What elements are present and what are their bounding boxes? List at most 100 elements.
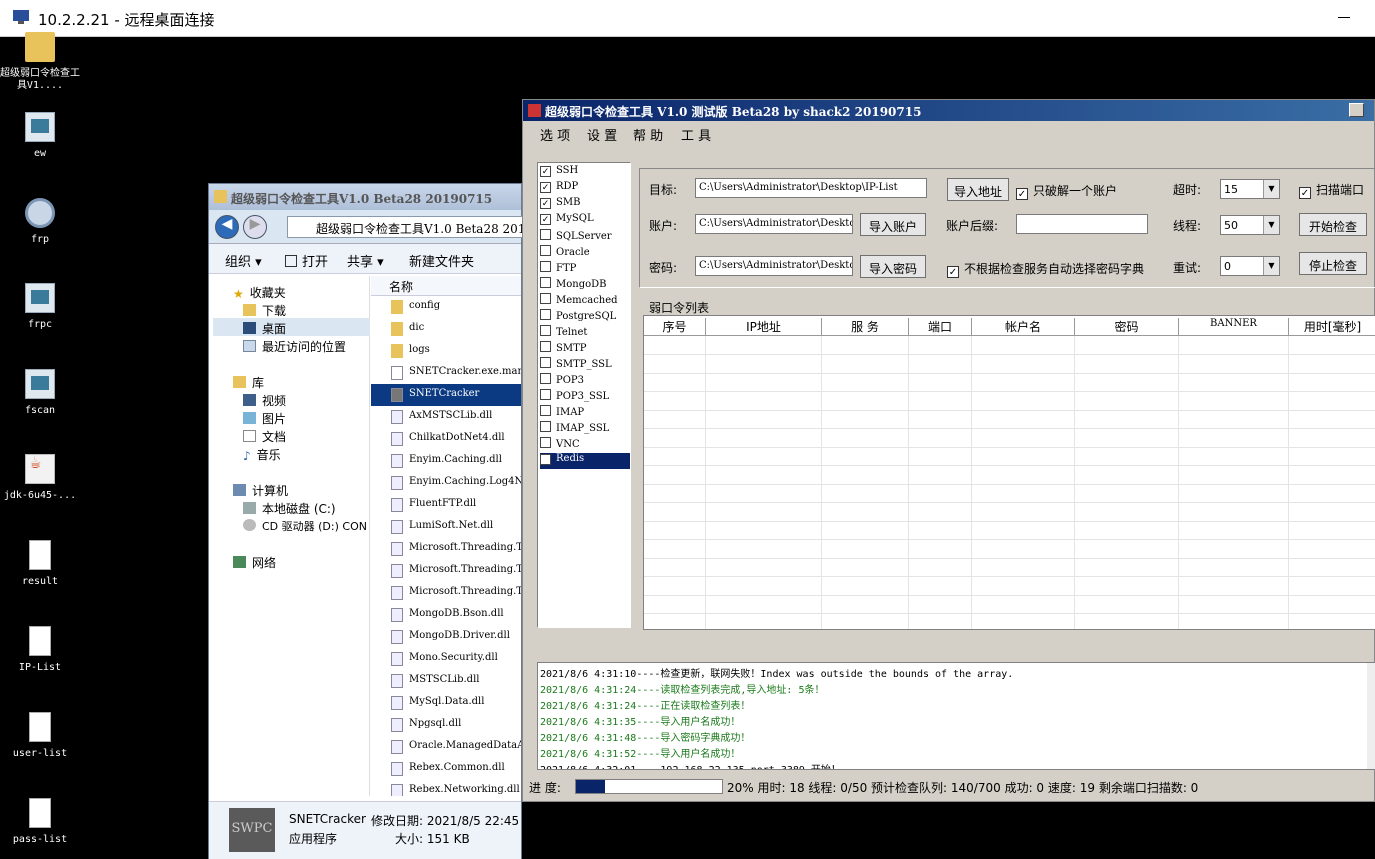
file-row[interactable]: MySql.Data.dll	[371, 692, 521, 714]
start-check-button[interactable]: 开始检查	[1299, 213, 1367, 236]
menu-help[interactable]: 帮 助	[633, 125, 663, 144]
column-header-name[interactable]: 名称	[371, 276, 521, 296]
file-row[interactable]: MSTSCLib.dll	[371, 670, 521, 692]
service-item[interactable]: ✓ MySQL	[540, 213, 630, 229]
nav-desktop[interactable]: 桌面	[213, 318, 370, 336]
file-row[interactable]: SNETCracker.exe.manifest	[371, 362, 521, 384]
file-row[interactable]: Enyim.Caching.dll	[371, 450, 521, 472]
file-row[interactable]: FluentFTP.dll	[371, 494, 521, 516]
nav-local-disk[interactable]: 本地磁盘 (C:)	[243, 500, 336, 517]
desktop-icon-item[interactable]: IP-List	[0, 626, 80, 674]
result-grid[interactable]: 序号 IP地址服 务端口 帐户名 密码 BANNER 用时[毫秒]	[643, 315, 1375, 630]
checkbox-box[interactable]	[540, 277, 551, 288]
desktop-icon-item[interactable]: result	[0, 540, 80, 588]
file-row[interactable]: SNETCracker	[371, 384, 521, 406]
grid-column-header[interactable]: 端口	[909, 318, 972, 335]
desktop-icon-item[interactable]: ew	[0, 112, 80, 160]
file-row[interactable]: MongoDB.Bson.dll	[371, 604, 521, 626]
service-item[interactable]: IMAP	[540, 405, 630, 421]
checkbox-box[interactable]	[540, 325, 551, 336]
file-row[interactable]: Mono.Security.dll	[371, 648, 521, 670]
suffix-input[interactable]	[1016, 214, 1148, 234]
grid-column-header[interactable]: BANNER	[1179, 318, 1289, 335]
share-button[interactable]: 共享 ▾	[347, 251, 384, 270]
file-row[interactable]: Microsoft.Threading.Tasks.dll	[371, 538, 521, 560]
desktop-icon-item[interactable]: pass-list	[0, 798, 80, 846]
checkbox-box[interactable]	[540, 261, 551, 272]
checkbox-box[interactable]	[540, 245, 551, 256]
target-input[interactable]: C:\Users\Administrator\Desktop\IP-List	[695, 178, 927, 198]
nav-music[interactable]: ♪ 音乐	[243, 446, 281, 463]
checkbox-box[interactable]	[540, 229, 551, 240]
desktop-icon-item[interactable]: frp	[0, 198, 80, 246]
grid-column-header[interactable]: IP地址	[706, 318, 822, 335]
open-button[interactable]: 打开	[285, 251, 328, 270]
checkbox-box[interactable]	[540, 437, 551, 448]
file-row[interactable]: Rebex.Common.dll	[371, 758, 521, 780]
desktop-icon-item[interactable]: frpc	[0, 283, 80, 331]
nav-videos[interactable]: 视频	[243, 392, 286, 409]
service-item[interactable]: PostgreSQL	[540, 309, 630, 325]
retry-select[interactable]: 0 ▼	[1220, 256, 1280, 276]
explorer-title-bar[interactable]: 超级弱口令检查工具V1.0 Beta28 20190715	[209, 184, 521, 210]
file-row[interactable]: Microsoft.Threading.Tasks.Extensions.dll	[371, 560, 521, 582]
file-row[interactable]: Rebex.Networking.dll	[371, 780, 521, 796]
service-item[interactable]: VNC	[540, 437, 630, 453]
service-item[interactable]: IMAP_SSL	[540, 421, 630, 437]
desktop-icon-item[interactable]: fscan	[0, 369, 80, 417]
checkbox-box[interactable]: ✓	[540, 198, 551, 209]
minimize-button[interactable]	[1349, 103, 1364, 117]
checkbox-box[interactable]	[540, 373, 551, 384]
grid-column-header[interactable]: 用时[毫秒]	[1289, 318, 1375, 335]
log-scrollbar[interactable]	[1367, 663, 1375, 769]
stop-check-button[interactable]: 停止检查	[1299, 252, 1367, 275]
checkbox-box[interactable]	[540, 389, 551, 400]
service-item[interactable]: Memcached	[540, 293, 630, 309]
file-row[interactable]: config	[371, 296, 521, 318]
menu-tools[interactable]: 工 具	[681, 125, 711, 144]
nav-network[interactable]: 网络	[233, 554, 276, 571]
service-item[interactable]: Oracle	[540, 245, 630, 261]
scan-port-checkbox[interactable]: ✓ 扫描端口	[1299, 181, 1364, 199]
menu-settings[interactable]: 设 置	[587, 125, 617, 144]
nav-documents[interactable]: 文档	[243, 428, 286, 445]
nav-pictures[interactable]: 图片	[243, 410, 286, 427]
desktop-icon-item[interactable]: 超级弱口令检查工具V1....	[0, 32, 80, 92]
forward-button[interactable]: ▶	[243, 215, 267, 239]
service-item[interactable]: SMTP_SSL	[540, 357, 630, 373]
file-row[interactable]: ChilkatDotNet4.dll	[371, 428, 521, 450]
import-address-button[interactable]: 导入地址	[947, 178, 1009, 201]
service-item[interactable]: SQLServer	[540, 229, 630, 245]
file-row[interactable]: dic	[371, 318, 521, 340]
menu-options[interactable]: 选 项	[540, 125, 570, 144]
nav-downloads[interactable]: 下载	[243, 302, 286, 319]
grid-column-header[interactable]: 帐户名	[972, 318, 1075, 335]
service-item[interactable]: POP3_SSL	[540, 389, 630, 405]
organize-button[interactable]: 组织 ▾	[225, 251, 262, 270]
auto-dict-checkbox[interactable]: ✓ 不根据检查服务自动选择密码字典	[947, 260, 1144, 278]
log-output[interactable]: 2021/8/6 4:31:10----检查更新，联网失败！Index was …	[537, 662, 1375, 770]
minimize-button[interactable]	[1338, 17, 1350, 18]
grid-column-header[interactable]: 服 务	[822, 318, 909, 335]
checkbox-box[interactable]	[540, 293, 551, 304]
nav-libraries[interactable]: 库	[233, 374, 264, 391]
checkbox-box[interactable]	[540, 421, 551, 432]
service-item[interactable]: MongoDB	[540, 277, 630, 293]
user-input[interactable]: C:\Users\Administrator\Desktop\user-list	[695, 214, 853, 234]
file-row[interactable]: Npgsql.dll	[371, 714, 521, 736]
service-item[interactable]: FTP	[540, 261, 630, 277]
service-item[interactable]: Telnet	[540, 325, 630, 341]
file-row[interactable]: MongoDB.Driver.dll	[371, 626, 521, 648]
only-one-account-checkbox[interactable]: ✓ 只破解一个账户	[1016, 182, 1117, 200]
nav-computer[interactable]: 计算机	[233, 482, 288, 499]
file-row[interactable]: AxMSTSCLib.dll	[371, 406, 521, 428]
service-item[interactable]: ✓ RDP	[540, 181, 630, 197]
service-item[interactable]: ✓ SMB	[540, 197, 630, 213]
checkbox-box[interactable]	[540, 309, 551, 320]
nav-cd-drive[interactable]: CD 驱动器 (D:) CON	[243, 518, 367, 534]
grid-column-header[interactable]: 密码	[1075, 318, 1179, 335]
new-folder-button[interactable]: 新建文件夹	[409, 251, 474, 270]
file-row[interactable]: Oracle.ManagedDataAccess.dll	[371, 736, 521, 758]
import-password-button[interactable]: 导入密码	[860, 255, 926, 278]
password-input[interactable]: C:\Users\Administrator\Desktop\pass-list	[695, 256, 853, 276]
